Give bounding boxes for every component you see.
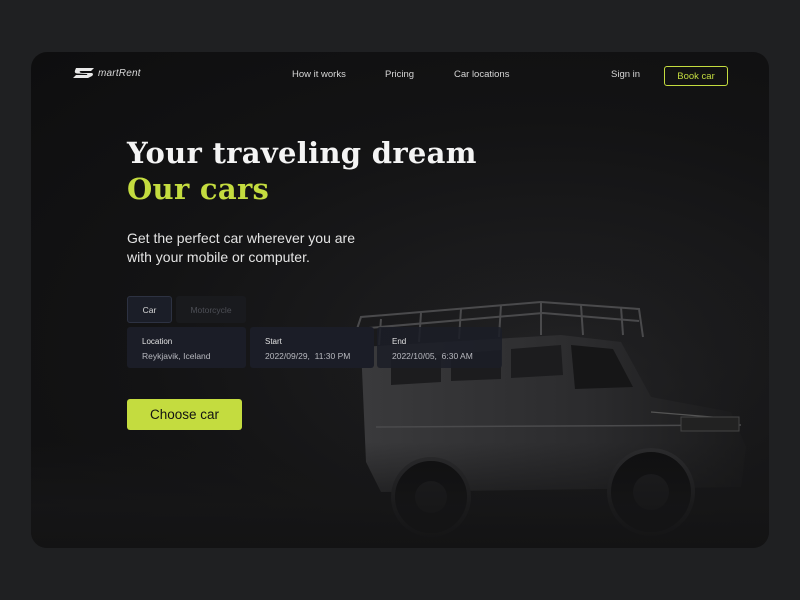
nav-link-how-it-works[interactable]: How it works	[292, 69, 346, 80]
nav-link-car-locations[interactable]: Car locations	[454, 69, 509, 80]
hero-title: Your traveling dream	[127, 136, 477, 170]
brand-logo[interactable]: martRent	[72, 66, 141, 80]
hero-subtitle: Get the perfect car wherever you are wit…	[127, 230, 355, 265]
location-value: Reykjavik, Iceland	[142, 351, 211, 361]
nav-link-pricing[interactable]: Pricing	[385, 69, 414, 80]
end-value: 2022/10/05, 6:30 AM	[392, 351, 473, 361]
book-car-button[interactable]: Book car	[664, 66, 728, 86]
start-date-field[interactable]: Start 2022/09/29, 11:30 PM	[250, 327, 374, 368]
choose-car-button[interactable]: Choose car	[127, 399, 242, 430]
start-label: Start	[265, 337, 282, 346]
smartrent-logo-icon	[73, 68, 94, 78]
sign-in-link[interactable]: Sign in	[611, 69, 640, 80]
location-field[interactable]: Location Reykjavik, Iceland	[127, 327, 246, 368]
tab-motorcycle[interactable]: Motorcycle	[176, 296, 246, 323]
end-date-field[interactable]: End 2022/10/05, 6:30 AM	[377, 327, 502, 368]
hero-title-accent: Our cars	[127, 172, 270, 206]
tab-car[interactable]: Car	[127, 296, 172, 323]
hero-frame: martRent How it works Pricing Car locati…	[31, 52, 769, 548]
brand-name: martRent	[98, 67, 141, 79]
end-label: End	[392, 337, 407, 346]
start-value: 2022/09/29, 11:30 PM	[265, 351, 351, 361]
location-label: Location	[142, 337, 173, 346]
ground-shadow	[31, 442, 769, 548]
